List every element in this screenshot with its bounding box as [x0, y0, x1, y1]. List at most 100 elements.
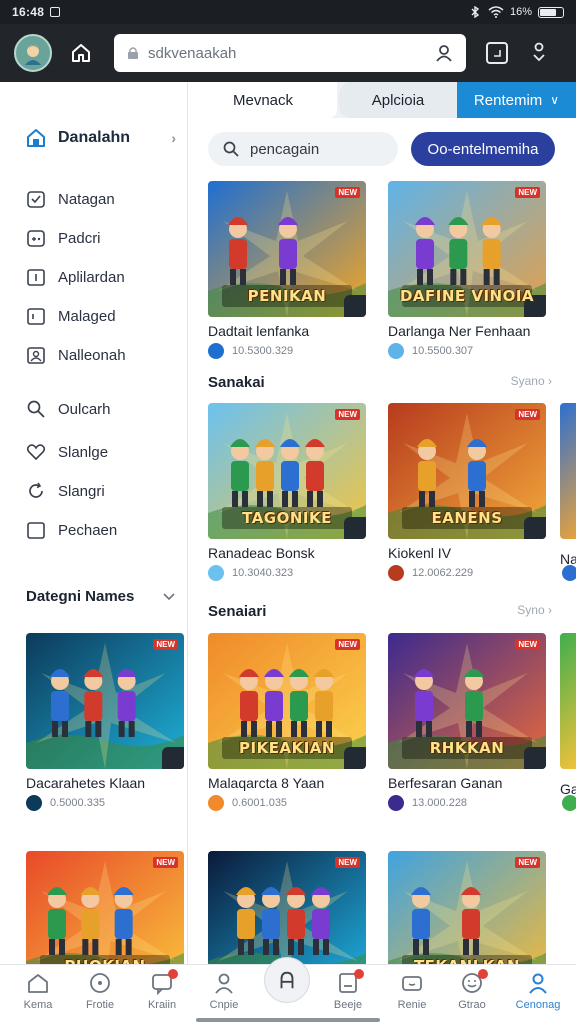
- badge: NEW: [515, 409, 540, 420]
- game-card[interactable]: NEW TAGONIKE Ranadeac Bonsk 10.3040.323: [208, 403, 366, 581]
- game-meta: 12.0062.229: [388, 565, 546, 581]
- tab-2[interactable]: Aplcioia: [339, 82, 457, 118]
- nav-item-3[interactable]: Cnpie: [194, 971, 254, 1011]
- nav-label: Kraiin: [147, 999, 177, 1011]
- badge: NEW: [153, 857, 178, 868]
- developer-icon: [562, 795, 576, 811]
- browser-home-button[interactable]: [66, 38, 96, 68]
- nav-item-8[interactable]: Cenonag: [508, 971, 568, 1011]
- home-icon: [72, 44, 90, 62]
- browser-menu-button[interactable]: [528, 40, 550, 66]
- sidebar-item-8[interactable]: Slangri: [26, 481, 186, 501]
- game-title[interactable]: Dacarahetes Klaan: [26, 775, 184, 791]
- sidebar-item-label: Nalleonah: [58, 346, 126, 364]
- browser-toolbar: sdkvenaakah: [0, 24, 576, 82]
- sidebar-item-7[interactable]: Slanlge: [26, 442, 186, 462]
- search-placeholder: pencagain: [250, 140, 320, 158]
- game-card[interactable]: NEW PENIKAN Dadtait lenfanka 10.5300.329: [208, 181, 366, 359]
- sidebar-item-dashboard[interactable]: Danalahn ›: [26, 128, 186, 148]
- sidebar-item-1[interactable]: Natagan: [26, 189, 186, 209]
- account-icon: [529, 973, 547, 994]
- nav-label: Beeje: [333, 999, 363, 1011]
- game-thumbnail[interactable]: NEW PIKEAKIAN: [208, 633, 366, 769]
- sidebar-item-6[interactable]: Oulcarh: [26, 399, 186, 419]
- wifi-icon: [488, 6, 504, 18]
- sidebar-item-label: Slanlge: [58, 443, 109, 461]
- game-title[interactable]: Dadtait lenfanka: [208, 323, 366, 339]
- game-title[interactable]: Darlanga Ner Fenhaan: [388, 323, 546, 339]
- nav-item-2[interactable]: Kraiin: [132, 969, 192, 1011]
- sidebar-item-label: Slangri: [58, 482, 105, 500]
- tab-label: Rentemim: [473, 91, 543, 109]
- share-corner-icon: [162, 747, 184, 769]
- game-meta-text: 13.000.228: [412, 797, 468, 809]
- tab-switcher-button[interactable]: [486, 42, 508, 64]
- game-thumbnail-partial[interactable]: [560, 633, 576, 769]
- primary-action-button[interactable]: Oo-entelmemiha: [411, 132, 555, 166]
- sidebar-item-2[interactable]: Padcri: [26, 228, 186, 248]
- game-meta-text: 12.0062.229: [412, 567, 474, 579]
- address-bar[interactable]: sdkvenaakah: [114, 34, 466, 72]
- sidebar-item-5[interactable]: Nalleonah: [26, 345, 186, 365]
- url-text: sdkvenaakah: [148, 44, 237, 62]
- profile-icon[interactable]: [434, 43, 454, 63]
- nav-item-0[interactable]: Kema: [8, 971, 68, 1011]
- game-title[interactable]: Malaqarcta 8 Yaan: [208, 775, 366, 791]
- checklist-icon: [27, 191, 45, 208]
- game-title[interactable]: Kiokenl IV: [388, 545, 546, 561]
- sidebar: Danalahn › Natagan Padcri Aplilardan Mal…: [0, 82, 188, 964]
- nav-center-button[interactable]: [264, 957, 310, 1003]
- battery-icon: [538, 6, 564, 18]
- game-card[interactable]: NEW PIKEAKIAN Malaqarcta 8 Yaan 0.6001.035: [208, 633, 366, 811]
- game-art-title: EANENS: [431, 509, 503, 527]
- game-art: [26, 633, 184, 769]
- nav-label: Kema: [23, 999, 53, 1011]
- game-card[interactable]: NEW Dacarahetes Klaan 0.5000.335: [26, 633, 184, 811]
- see-more-link[interactable]: Syano ›: [511, 374, 552, 388]
- status-bar: 16:48 16%: [0, 0, 576, 24]
- tabs-icon: [494, 50, 501, 57]
- nav-item-6[interactable]: Renie: [382, 971, 442, 1011]
- sidebar-item-4[interactable]: Malaged: [26, 306, 186, 326]
- game-title[interactable]: Ranadeac Bonsk: [208, 545, 366, 561]
- controller-icon: [402, 976, 422, 991]
- developer-icon: [26, 795, 42, 811]
- game-card[interactable]: NEW RHKKAN Berfesaran Ganan 13.000.228: [388, 633, 546, 811]
- refresh-icon: [29, 482, 43, 498]
- app-icon: [27, 269, 45, 286]
- nav-item-5[interactable]: Beeje: [318, 969, 378, 1011]
- game-title[interactable]: Berfesaran Ganan: [388, 775, 546, 791]
- developer-icon: [388, 565, 404, 581]
- home-icon: [28, 974, 48, 993]
- home-icon: [27, 129, 45, 147]
- sidebar-item-9[interactable]: Pechaen: [26, 520, 186, 540]
- game-thumbnail[interactable]: NEW RHKKAN: [388, 633, 546, 769]
- search-input[interactable]: pencagain: [208, 132, 398, 166]
- nav-item-1[interactable]: Frotie: [70, 971, 130, 1011]
- game-thumbnail[interactable]: NEW DAFINE VINOIA: [388, 181, 546, 317]
- tab-3[interactable]: Rentemim ∨: [457, 82, 576, 118]
- nav-item-7[interactable]: Gtrao: [442, 969, 502, 1011]
- game-art-title: PIKEAKIAN: [239, 739, 335, 757]
- game-meta: 13.000.228: [388, 795, 546, 811]
- game-meta: 0.5000.335: [26, 795, 184, 811]
- see-more-link[interactable]: Syno ›: [517, 603, 552, 617]
- game-thumbnail[interactable]: NEW: [26, 633, 184, 769]
- game-meta: 10.5300.329: [208, 343, 366, 359]
- game-card[interactable]: NEW DAFINE VINOIA Darlanga Ner Fenhaan 10.5…: [388, 181, 546, 359]
- sidebar-item-3[interactable]: Aplilardan: [26, 267, 186, 287]
- see-more-label: Syano: [510, 374, 545, 388]
- battery-percent: 16%: [509, 6, 532, 18]
- game-thumbnail[interactable]: NEW TAGONIKE: [208, 403, 366, 539]
- game-meta-text: 0.6001.035: [232, 797, 288, 809]
- category-header[interactable]: Dategni Names: [26, 588, 176, 605]
- game-art-title: RHKKAN: [429, 739, 505, 757]
- game-thumbnail[interactable]: NEW PENIKAN: [208, 181, 366, 317]
- avatar[interactable]: [14, 34, 52, 72]
- game-card[interactable]: NEW EANENS Kiokenl IV 12.0062.229: [388, 403, 546, 581]
- game-thumbnail[interactable]: NEW EANENS: [388, 403, 546, 539]
- game-thumbnail-partial[interactable]: [560, 403, 576, 539]
- tab-1[interactable]: Mevnack: [189, 82, 337, 118]
- developer-icon: [208, 795, 224, 811]
- sidebar-item-label: Danalahn: [58, 129, 131, 146]
